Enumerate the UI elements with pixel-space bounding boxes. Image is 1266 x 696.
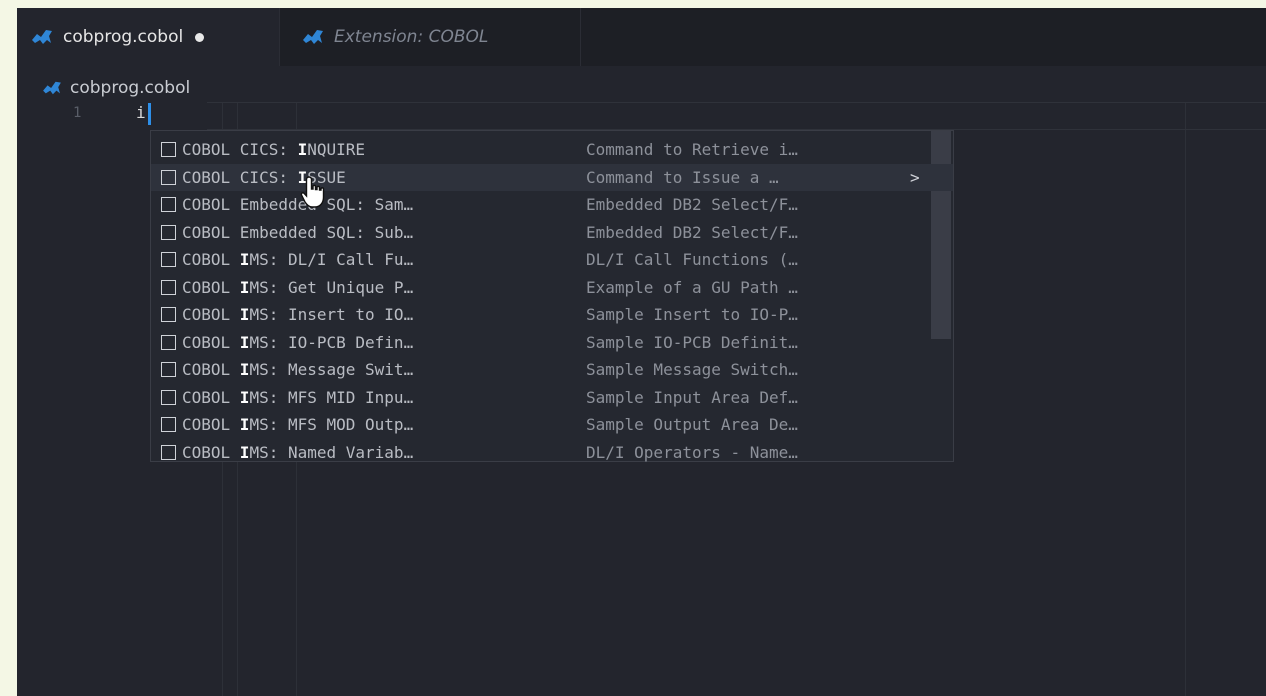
label-match: I — [239, 360, 250, 380]
tab-label: cobprog.cobol — [63, 27, 184, 47]
breadcrumb[interactable]: cobprog.cobol — [42, 76, 190, 100]
label-prefix: COBOL — [182, 415, 240, 435]
label-match: I — [239, 387, 250, 407]
suggestion-label: COBOL IMS: MFS MOD Outp… — [182, 415, 586, 434]
suggestion-item[interactable]: COBOL IMS: Insert to IO… Sample Insert to… — [151, 301, 953, 329]
hand-cursor-icon — [300, 176, 325, 208]
snippet-icon — [161, 417, 176, 433]
suggestion-detail: Sample Message Switch… — [586, 360, 798, 380]
suggestion-label: COBOL IMS: DL/I Call Fu… — [182, 250, 586, 269]
read-more-chevron-icon[interactable]: > — [910, 168, 920, 187]
ruler-line — [1185, 102, 1186, 696]
text-cursor — [148, 103, 151, 125]
label-prefix: COBOL CICS: — [182, 140, 298, 160]
label-rest: MS: Named Variab… — [249, 442, 414, 462]
suggestion-detail: DL/I Operators - Name… — [586, 442, 798, 462]
suggestion-label: COBOL IMS: Get Unique P… — [182, 278, 586, 297]
cobol-file-icon — [32, 30, 52, 44]
line-number: 1 — [73, 105, 82, 121]
label-prefix: COBOL CICS: — [182, 167, 298, 187]
label-rest: MS: MFS MOD Outp… — [249, 415, 414, 435]
label-prefix: COBOL — [182, 387, 240, 407]
label-prefix: COBOL — [182, 250, 240, 270]
label-rest: MS: Get Unique P… — [249, 277, 414, 297]
suggestion-item[interactable]: COBOL IMS: DL/I Call Fu… DL/I Call Functi… — [151, 246, 953, 274]
snippet-icon — [161, 224, 176, 240]
suggestion-item[interactable]: COBOL IMS: Get Unique P… Example of a GU … — [151, 274, 953, 302]
snippet-icon — [161, 279, 176, 295]
suggestion-label: COBOL Embedded SQL: Sam… — [182, 195, 586, 214]
tab-bar: cobprog.cobol Extension: COBOL — [17, 8, 1266, 66]
editor-text[interactable]: i — [136, 103, 146, 122]
snippet-icon — [161, 252, 176, 268]
cobol-file-icon — [43, 81, 61, 95]
suggestion-label: COBOL IMS: Message Swit… — [182, 360, 586, 379]
label-match: I — [239, 332, 250, 352]
label-match: I — [239, 277, 250, 297]
suggestion-detail: Embedded DB2 Select/F… — [586, 222, 798, 242]
label-prefix: COBOL Embedded SQL: Sam… — [182, 195, 414, 215]
suggestion-item[interactable]: COBOL Embedded SQL: Sub… Embedded DB2 Sel… — [151, 219, 953, 247]
label-prefix: COBOL — [182, 442, 240, 462]
label-prefix: COBOL Embedded SQL: Sub… — [182, 222, 414, 242]
label-rest: NQUIRE — [307, 140, 366, 160]
label-prefix: COBOL — [182, 360, 240, 380]
tab-extension-cobol[interactable]: Extension: COBOL — [279, 8, 581, 66]
suggestion-item[interactable]: COBOL Embedded SQL: Sam… Embedded DB2 Sel… — [151, 191, 953, 219]
suggestion-label: COBOL IMS: IO-PCB Defin… — [182, 333, 586, 352]
label-rest: MS: DL/I Call Fu… — [249, 250, 414, 270]
snippet-icon — [161, 362, 176, 378]
snippet-icon — [161, 142, 176, 158]
suggestion-detail: Sample Input Area Def… — [586, 387, 798, 407]
label-rest: MS: Insert to IO… — [249, 305, 414, 325]
suggestion-label: COBOL CICS: ISSUE — [182, 168, 586, 187]
suggestion-detail: Embedded DB2 Select/F… — [586, 195, 798, 215]
label-match: I — [239, 250, 250, 270]
suggestion-detail: Sample Insert to IO-P… — [586, 305, 798, 325]
label-prefix: COBOL — [182, 277, 240, 297]
snippet-icon — [161, 334, 176, 350]
snippet-icon — [161, 389, 176, 405]
unsaved-dot-icon[interactable] — [195, 32, 205, 42]
cobol-extension-icon — [303, 30, 323, 44]
suggestion-label: COBOL IMS: Insert to IO… — [182, 305, 586, 324]
suggestion-detail: Sample IO-PCB Definit… — [586, 332, 798, 352]
label-prefix: COBOL — [182, 305, 240, 325]
suggestion-detail: Command to Retrieve i… — [586, 140, 798, 160]
label-match: I — [239, 415, 250, 435]
tab-label: Extension: COBOL — [334, 27, 489, 47]
current-line-highlight — [207, 102, 1266, 130]
suggestion-detail: Command to Issue a … — [586, 167, 779, 187]
suggestion-item[interactable]: COBOL IMS: MFS MID Inpu… Sample Input Are… — [151, 384, 953, 412]
suggestion-detail: Example of a GU Path … — [586, 277, 798, 297]
snippet-icon — [161, 307, 176, 323]
breadcrumb-label: cobprog.cobol — [70, 78, 191, 98]
suggestion-item[interactable]: COBOL IMS: Message Swit… Sample Message S… — [151, 356, 953, 384]
suggestion-item[interactable]: COBOL IMS: IO-PCB Defin… Sample IO-PCB De… — [151, 329, 953, 357]
label-rest: MS: MFS MID Inpu… — [249, 387, 414, 407]
suggestion-detail: DL/I Call Functions (… — [586, 250, 798, 270]
suggestion-item[interactable]: COBOL IMS: Named Variab… DL/I Operators -… — [151, 439, 953, 467]
suggestion-item[interactable]: COBOL IMS: MFS MOD Outp… Sample Output Ar… — [151, 411, 953, 439]
label-rest: MS: Message Swit… — [249, 360, 414, 380]
suggestion-widget[interactable]: COBOL CICS: INQUIRE Command to Retrieve i… — [150, 130, 954, 462]
tab-cobprog[interactable]: cobprog.cobol — [17, 8, 279, 66]
label-rest: MS: IO-PCB Defin… — [249, 332, 414, 352]
suggestion-label: COBOL CICS: INQUIRE — [182, 140, 586, 159]
suggestion-item[interactable]: COBOL CICS: INQUIRE Command to Retrieve i… — [151, 136, 953, 164]
suggestion-detail: Sample Output Area De… — [586, 415, 798, 435]
label-match: I — [239, 442, 250, 462]
suggestion-label: COBOL IMS: MFS MID Inpu… — [182, 388, 586, 407]
snippet-icon — [161, 169, 176, 185]
suggestion-label: COBOL Embedded SQL: Sub… — [182, 223, 586, 242]
snippet-icon — [161, 444, 176, 460]
suggestion-label: COBOL IMS: Named Variab… — [182, 443, 586, 462]
label-prefix: COBOL — [182, 332, 240, 352]
snippet-icon — [161, 197, 176, 213]
editor-window: cobprog.cobol Extension: COBOL cobprog.c… — [17, 8, 1266, 696]
label-match: I — [239, 305, 250, 325]
label-match: I — [297, 140, 308, 160]
suggestion-item[interactable]: COBOL CICS: ISSUE Command to Issue a … > — [151, 163, 953, 191]
